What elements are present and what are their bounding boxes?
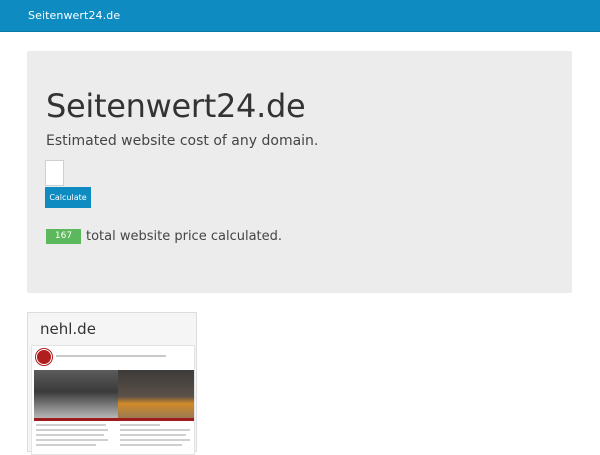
count-label: total website price calculated. <box>86 229 283 244</box>
page-title: Seitenwert24.de <box>46 87 306 125</box>
thumbnail-text-line <box>36 434 104 436</box>
domain-input[interactable] <box>45 160 64 186</box>
thumbnail-text-line <box>36 439 108 441</box>
thumbnail-text-line <box>36 444 96 446</box>
count-badge: 167 <box>46 229 81 244</box>
top-navbar: Seitenwert24.de <box>0 0 600 32</box>
calculate-button[interactable]: Calculate <box>45 187 91 208</box>
hero-panel: Seitenwert24.de Estimated website cost o… <box>27 51 572 293</box>
thumbnail-text-line <box>120 444 182 446</box>
thumbnail-photo-left <box>34 370 118 418</box>
site-card-title[interactable]: nehl.de <box>40 320 96 338</box>
thumbnail-text-line <box>120 424 160 426</box>
thumbnail-logo <box>36 349 52 365</box>
site-thumbnail[interactable] <box>31 345 195 455</box>
thumbnail-text-line <box>120 429 190 431</box>
thumbnail-text-line <box>120 439 190 441</box>
thumbnail-text-line <box>120 434 186 436</box>
calculation-count-line: 167 total website price calculated. <box>46 229 282 244</box>
thumbnail-photo-right <box>118 370 194 418</box>
thumbnail-nav <box>56 355 166 357</box>
thumbnail-text-line <box>36 429 108 431</box>
brand-link[interactable]: Seitenwert24.de <box>28 9 120 22</box>
page-subtitle: Estimated website cost of any domain. <box>46 133 319 149</box>
site-card[interactable]: nehl.de <box>27 312 197 455</box>
thumbnail-text-line <box>36 424 106 426</box>
thumbnail-accent-bar <box>34 418 194 421</box>
